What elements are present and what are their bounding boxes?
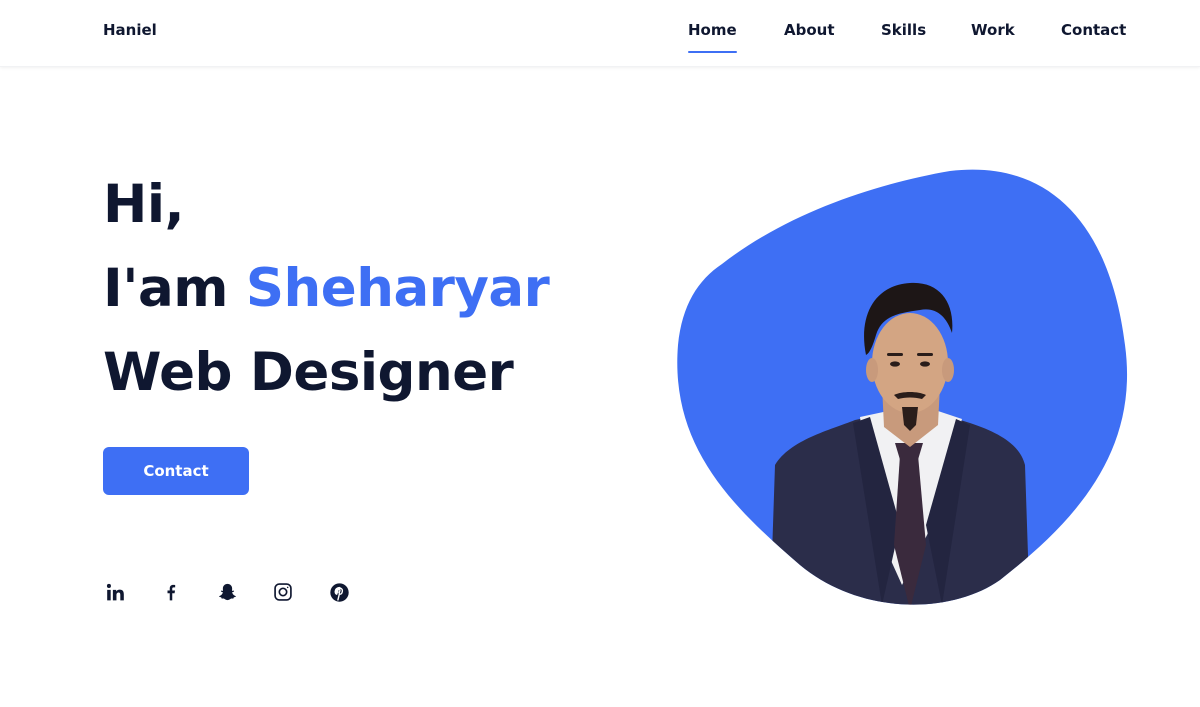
hero-intro-prefix: I'am xyxy=(103,258,246,319)
hero-role: Web Designer xyxy=(103,342,514,403)
hero-intro: I'am Sheharyar xyxy=(103,247,550,331)
hero-greeting: Hi, xyxy=(103,174,185,235)
site-header: Haniel Home About Skills Work Contact xyxy=(0,0,1200,67)
portrait-illustration xyxy=(677,169,1128,605)
pinterest-icon[interactable] xyxy=(327,580,351,604)
instagram-icon[interactable] xyxy=(271,580,295,604)
contact-button[interactable]: Contact xyxy=(103,447,249,495)
snapchat-icon[interactable] xyxy=(215,580,239,604)
facebook-icon[interactable] xyxy=(159,580,183,604)
hero-title: Hi, I'am Sheharyar Web Designer xyxy=(103,163,550,415)
nav-link-about[interactable]: About xyxy=(784,21,835,39)
nav-link-work[interactable]: Work xyxy=(971,21,1015,39)
hero-name: Sheharyar xyxy=(245,258,550,319)
main-nav: Home About Skills Work Contact xyxy=(0,21,1200,61)
nav-link-contact[interactable]: Contact xyxy=(1061,21,1126,39)
social-links xyxy=(103,580,363,604)
nav-link-skills[interactable]: Skills xyxy=(881,21,926,39)
nav-link-home[interactable]: Home xyxy=(688,21,737,53)
linkedin-icon[interactable] xyxy=(103,580,127,604)
